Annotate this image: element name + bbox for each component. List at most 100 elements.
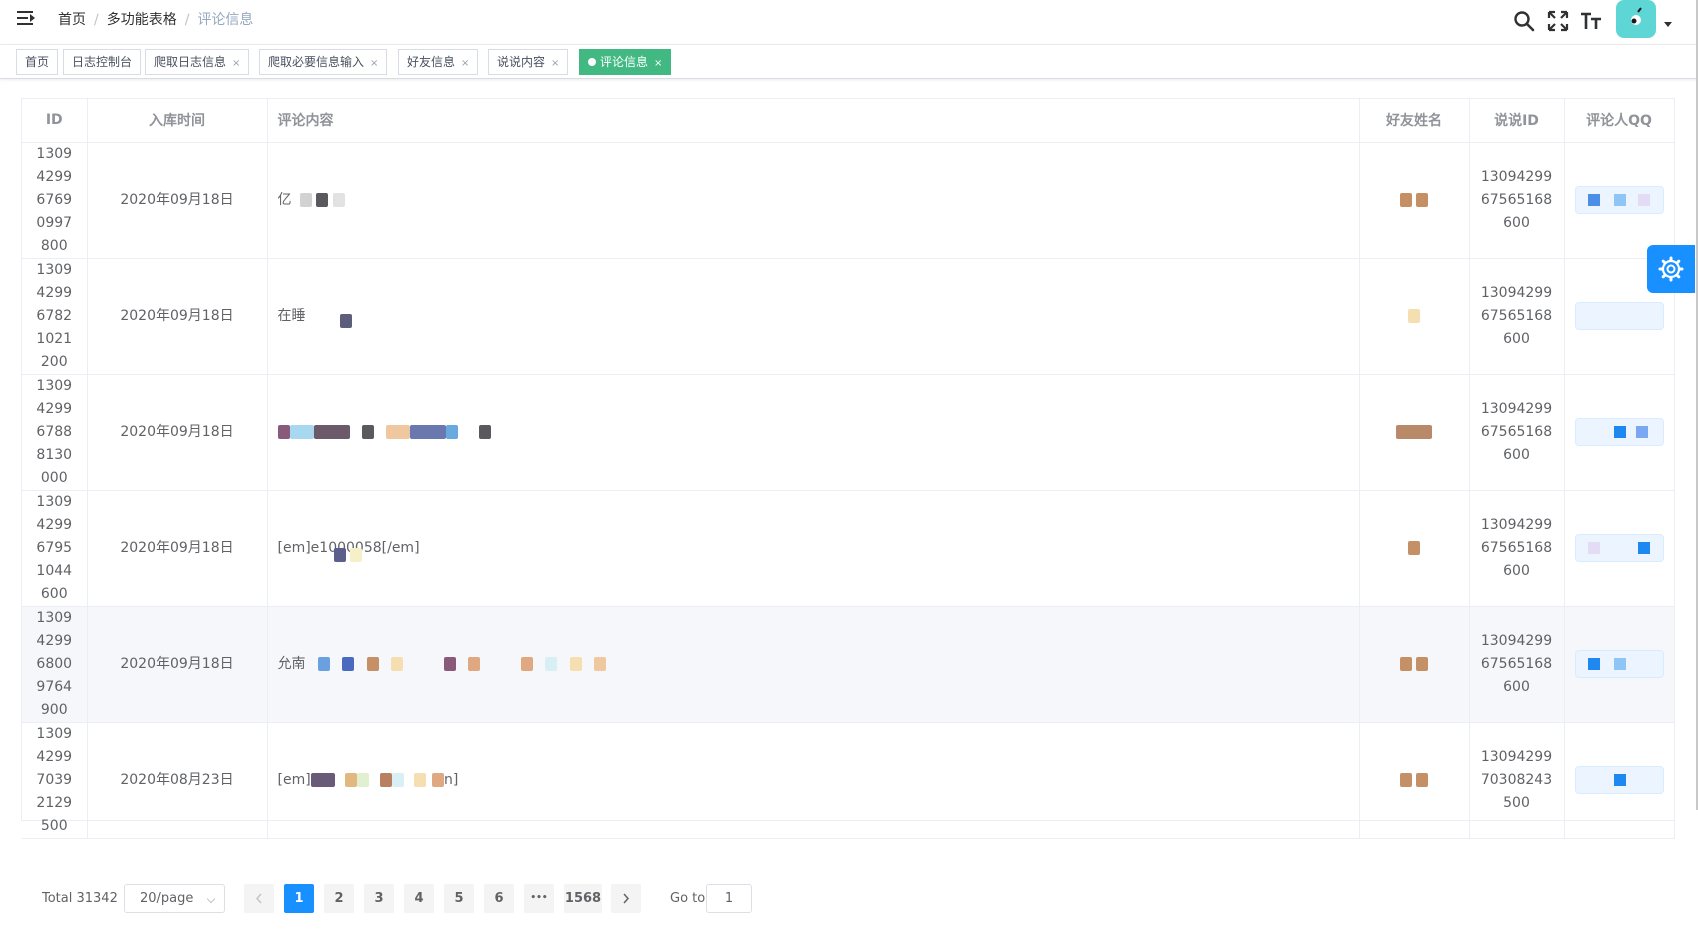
close-icon[interactable]: × xyxy=(232,58,240,69)
column-header-friend-name[interactable]: 好友姓名 xyxy=(1359,99,1470,143)
fullscreen-icon[interactable] xyxy=(1546,9,1570,33)
cell-content: 亿 xyxy=(267,142,1360,259)
column-header-time[interactable]: 入库时间 xyxy=(87,99,268,143)
table-header-row: ID 入库时间 评论内容 好友姓名 说说ID 评论人QQ xyxy=(22,99,1675,143)
column-header-content[interactable]: 评论内容 xyxy=(267,99,1360,143)
redacted-block xyxy=(357,772,370,787)
redacted-block xyxy=(468,656,481,671)
redacted-block xyxy=(569,656,582,671)
redacted-block xyxy=(446,424,459,439)
redacted-name xyxy=(1399,772,1412,787)
qq-tag[interactable] xyxy=(1574,650,1664,678)
table-row[interactable]: 1309429967690997800 2020年09月18日 亿 130942… xyxy=(22,142,1675,259)
breadcrumb-home[interactable]: 首页 xyxy=(58,12,86,28)
cell-time: 2020年09月18日 xyxy=(87,374,268,491)
redacted-block xyxy=(350,548,363,562)
redacted-block xyxy=(594,656,607,671)
redacted-name xyxy=(1399,656,1412,671)
gear-icon xyxy=(1658,256,1684,282)
redacted-block xyxy=(379,772,392,787)
redacted-block xyxy=(277,424,290,439)
chevron-right-icon xyxy=(623,893,630,904)
cell-time: 2020年09月18日 xyxy=(87,490,268,607)
redacted-block xyxy=(361,424,374,439)
column-header-shuoshuo-id[interactable]: 说说ID xyxy=(1469,99,1565,143)
settings-button[interactable] xyxy=(1647,245,1695,293)
cell-id: 1309429967951044600 xyxy=(22,490,88,607)
column-header-id[interactable]: ID xyxy=(22,99,88,143)
prev-page-button[interactable] xyxy=(244,884,274,913)
redacted-block xyxy=(345,772,358,787)
tag-home[interactable]: 首页 xyxy=(16,49,59,75)
page-button-5[interactable]: 5 xyxy=(444,884,474,913)
cell-id: 1309429967690997800 xyxy=(22,142,88,259)
comment-text: [em] xyxy=(277,771,311,788)
cell-friend-name xyxy=(1359,490,1470,607)
chevron-down-icon[interactable] xyxy=(1664,22,1672,27)
page-button-last[interactable]: 1568 xyxy=(564,884,602,913)
table-row[interactable]: 1309429970392129500 2020年08月23日 [em] n] … xyxy=(22,722,1675,839)
qq-tag[interactable] xyxy=(1574,766,1664,794)
cell-commenter-qq xyxy=(1564,142,1675,259)
cell-time: 2020年09月18日 xyxy=(87,606,268,723)
close-icon[interactable]: × xyxy=(654,58,662,69)
redacted-block xyxy=(339,314,352,328)
hamburger-icon[interactable] xyxy=(17,11,35,27)
goto-page-input[interactable]: 1 xyxy=(706,884,752,913)
page-button-3[interactable]: 3 xyxy=(364,884,394,913)
table-row[interactable]: 1309429968009764900 2020年09月18日 允南 13094… xyxy=(22,606,1675,723)
tag-log-console[interactable]: 日志控制台 xyxy=(63,49,142,75)
redacted-name xyxy=(1408,540,1420,555)
page-button-6[interactable]: 6 xyxy=(484,884,514,913)
redacted-block xyxy=(443,656,456,671)
avatar[interactable] xyxy=(1616,0,1656,38)
qq-tag[interactable] xyxy=(1574,302,1664,330)
tag-friend-info[interactable]: 好友信息 × xyxy=(398,49,479,75)
qq-tag[interactable] xyxy=(1574,534,1664,562)
cell-friend-name xyxy=(1359,258,1470,375)
chevron-left-icon xyxy=(255,893,262,904)
redacted-block xyxy=(289,424,314,439)
tag-comments[interactable]: 评论信息 × xyxy=(579,49,672,75)
table-row[interactable]: 1309429967888130000 2020年09月18日 13094299… xyxy=(22,374,1675,491)
redacted-block xyxy=(410,424,447,439)
page-button-4[interactable]: 4 xyxy=(404,884,434,913)
redacted-name xyxy=(1396,424,1432,439)
breadcrumb-table[interactable]: 多功能表格 xyxy=(107,12,177,28)
redacted-block xyxy=(342,656,355,671)
cell-time: 2020年09月18日 xyxy=(87,258,268,375)
redacted-block xyxy=(299,192,312,207)
redacted-block xyxy=(545,656,558,671)
page-button-1[interactable]: 1 xyxy=(284,884,314,913)
close-icon[interactable]: × xyxy=(461,58,469,69)
qq-tag[interactable] xyxy=(1574,186,1664,214)
cell-shuoshuo-id: 1309429967565168600 xyxy=(1469,374,1565,491)
tags-view: 首页 日志控制台 爬取日志信息 × 爬取必要信息输入 × 好友信息 × 说说内容 × 评… xyxy=(0,45,1698,79)
font-size-icon[interactable] xyxy=(1579,9,1603,33)
qq-tag[interactable] xyxy=(1574,418,1664,446)
tag-shuoshuo[interactable]: 说说内容 × xyxy=(488,49,569,75)
tag-crawl-log[interactable]: 爬取日志信息 × xyxy=(145,49,250,75)
close-icon[interactable]: × xyxy=(370,58,378,69)
cell-id: 1309429967888130000 xyxy=(22,374,88,491)
pagination-total: Total 31342 xyxy=(42,891,118,906)
next-page-button[interactable] xyxy=(611,884,641,913)
tag-crawl-input[interactable]: 爬取必要信息输入 × xyxy=(259,49,388,75)
page-button-2[interactable]: 2 xyxy=(324,884,354,913)
cell-shuoshuo-id: 1309429967565168600 xyxy=(1469,258,1565,375)
cell-friend-name xyxy=(1359,142,1470,259)
cell-content xyxy=(267,374,1360,491)
close-icon[interactable]: × xyxy=(551,58,559,69)
redacted-block xyxy=(391,656,404,671)
cell-content: 在睡 xyxy=(267,258,1360,375)
comments-table: ID 入库时间 评论内容 好友姓名 说说ID 评论人QQ 13094299676… xyxy=(21,98,1675,839)
avatar-image-icon xyxy=(1631,7,1642,25)
more-pages-button[interactable]: ••• xyxy=(524,884,554,913)
search-icon[interactable] xyxy=(1512,9,1536,33)
redacted-block xyxy=(310,772,335,787)
table-row[interactable]: 1309429967821021200 2020年09月18日 在睡 13094… xyxy=(22,258,1675,375)
page-size-select[interactable]: 20/page xyxy=(124,884,225,913)
redacted-block xyxy=(332,192,345,207)
table-row[interactable]: 1309429967951044600 2020年09月18日 [em]e100… xyxy=(22,490,1675,607)
column-header-commenter-qq[interactable]: 评论人QQ xyxy=(1564,99,1675,143)
